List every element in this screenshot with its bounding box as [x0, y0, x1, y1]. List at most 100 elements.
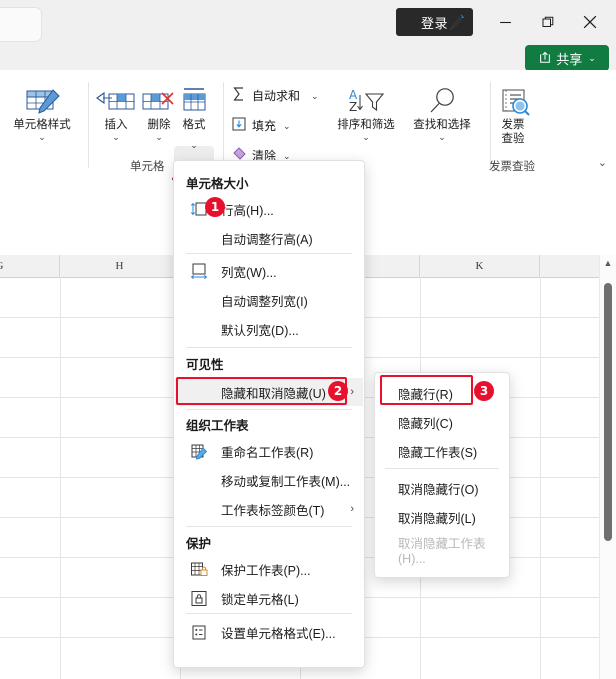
format-cells-icon: [174, 84, 214, 118]
format-dropdown-menu[interactable]: 单元格大小 行高(H)... 自动调整行高(A) 列宽(W)... 自动调整列宽…: [173, 160, 365, 668]
menu-item-format-cells-dialog[interactable]: 设置单元格格式(E)...: [175, 618, 363, 646]
menu-item-protect-sheet[interactable]: 保护工作表(P)...: [175, 555, 363, 583]
ribbon-item-label: 插入: [104, 119, 128, 131]
menu-separator: [186, 409, 352, 410]
ribbon-item-label: 自动求和: [252, 89, 301, 103]
ribbon-item-sort-filter[interactable]: A Z 排序和筛选 ⌄: [330, 84, 402, 142]
submenu-separator: [385, 468, 499, 469]
menu-item-label: 移动或复制工作表(M)...: [221, 474, 351, 489]
column-header-K[interactable]: K: [420, 255, 540, 277]
chevron-down-icon[interactable]: ⌄: [38, 133, 46, 142]
share-caret-icon[interactable]: ⌄: [588, 53, 596, 64]
ribbon-item-label: 格式: [182, 119, 206, 131]
menu-section-header-organize: 组织工作表: [186, 419, 249, 433]
lock-cell-icon: [189, 589, 209, 607]
submenu-item-label: 取消隐藏工作表(H)...: [398, 536, 486, 566]
ribbon-item-label: 查找和选择: [413, 119, 471, 131]
ribbon-item-label: 填充: [252, 119, 277, 133]
submenu-item-label: 取消隐藏行(O): [398, 482, 479, 497]
vertical-scrollbar-thumb[interactable]: [604, 283, 612, 541]
ribbon-item-label-line2: 查验: [501, 133, 525, 146]
menu-section-header-protection: 保护: [186, 537, 212, 551]
column-header-H[interactable]: H: [60, 255, 180, 277]
menu-item-label: 行高(H)...: [221, 203, 274, 218]
ribbon-item-insert[interactable]: 插入 ⌄: [92, 84, 140, 142]
ribbon-item-label-line1: 发票: [501, 119, 525, 131]
insert-cells-icon: [96, 84, 136, 118]
menu-item-label: 重命名工作表(R): [221, 445, 314, 460]
ribbon-item-label: 单元格样式: [13, 119, 71, 131]
menu-item-label: 自动调整列宽(I): [221, 294, 308, 309]
menu-separator: [186, 347, 352, 348]
step-3-highlight-box: [380, 375, 473, 405]
menu-item-label: 设置单元格格式(E)...: [221, 626, 336, 641]
ribbon-item-find-select[interactable]: 查找和选择 ⌄: [404, 84, 480, 142]
ribbon-item-cell-styles[interactable]: 单元格样式 ⌄: [4, 84, 80, 142]
menu-item-autofit-column-width[interactable]: 自动调整列宽(I): [175, 286, 363, 314]
submenu-item-hide-sheet[interactable]: 隐藏工作表(S): [376, 437, 508, 465]
menu-item-label: 锁定单元格(L): [221, 592, 299, 607]
chevron-down-icon[interactable]: ⌄: [155, 133, 163, 142]
ribbon-separator: [88, 82, 89, 168]
protect-sheet-icon: [189, 560, 209, 578]
menu-section-header-cell-size: 单元格大小: [186, 177, 249, 191]
submenu-item-label: 取消隐藏列(L): [398, 511, 476, 526]
window-tab-stub[interactable]: [0, 7, 42, 42]
ribbon-item-invoice-check[interactable]: 发票 查验: [478, 84, 548, 147]
share-icon: [538, 50, 552, 67]
menu-item-sheet-tab-color[interactable]: 工作表标签颜色(T) ›: [175, 495, 363, 523]
scroll-up-arrow-icon[interactable]: ▲: [600, 258, 616, 268]
ribbon-item-autosum[interactable]: 自动求和 ⌄: [231, 86, 319, 105]
column-header-G[interactable]: G: [0, 255, 60, 277]
ribbon-item-fill[interactable]: 填充 ⌄: [231, 116, 291, 135]
ribbon-item-label: 删除: [147, 119, 171, 131]
ribbon-item-label: 排序和筛选: [337, 119, 395, 131]
menu-section-header-visibility: 可见性: [186, 358, 224, 372]
vertical-scrollbar[interactable]: ▲: [599, 255, 616, 679]
submenu-item-hide-columns[interactable]: 隐藏列(C): [376, 408, 508, 436]
chevron-down-icon[interactable]: ⌄: [283, 121, 291, 131]
ribbon-collapse-icon[interactable]: ⌄: [598, 156, 607, 169]
chevron-right-icon: ›: [350, 386, 354, 398]
menu-item-row-height[interactable]: 行高(H)...: [175, 195, 363, 223]
chevron-right-icon: ›: [350, 503, 354, 515]
chevron-down-icon[interactable]: ⌄: [190, 141, 198, 150]
menu-item-label: 保护工作表(P)...: [221, 563, 311, 578]
pen-icon[interactable]: [436, 8, 476, 36]
restore-icon[interactable]: [528, 8, 568, 36]
share-label: 共享: [556, 51, 583, 67]
menu-separator: [186, 613, 352, 614]
menu-separator: [186, 253, 352, 254]
step-badge-3: 3: [474, 381, 494, 401]
chevron-down-icon[interactable]: ⌄: [311, 91, 319, 101]
submenu-item-unhide-sheet: 取消隐藏工作表(H)...: [376, 535, 508, 566]
chevron-down-icon[interactable]: ⌄: [362, 133, 370, 142]
grid-column-line: [60, 277, 61, 679]
menu-item-autofit-row-height[interactable]: 自动调整行高(A): [175, 224, 363, 252]
minimize-icon[interactable]: [485, 8, 525, 36]
cell-styles-icon: [22, 84, 62, 118]
submenu-item-unhide-rows[interactable]: 取消隐藏行(O): [376, 474, 508, 502]
menu-item-label: 默认列宽(D)...: [221, 323, 299, 338]
submenu-item-label: 隐藏列(C): [398, 416, 453, 431]
menu-separator: [186, 526, 352, 527]
ribbon-group-label-invoice: 发票查验: [489, 161, 535, 173]
menu-item-rename-sheet[interactable]: 重命名工作表(R): [175, 437, 363, 465]
column-width-icon: [189, 262, 209, 280]
share-button[interactable]: 共享 ⌄: [525, 45, 609, 71]
menu-item-lock-cell[interactable]: 锁定单元格(L): [175, 584, 363, 612]
ribbon-item-format[interactable]: 格式 ⌄: [170, 84, 218, 150]
chevron-down-icon[interactable]: ⌄: [112, 133, 120, 142]
close-icon[interactable]: [570, 8, 610, 36]
grid-column-line: [540, 277, 541, 679]
find-select-icon: [422, 84, 462, 118]
svg-text:Z: Z: [349, 100, 357, 114]
menu-item-label: 自动调整行高(A): [221, 232, 313, 247]
menu-item-move-copy-sheet[interactable]: 移动或复制工作表(M)...: [175, 466, 363, 494]
menu-item-default-width[interactable]: 默认列宽(D)...: [175, 315, 363, 343]
chevron-down-icon[interactable]: ⌄: [438, 133, 446, 142]
invoice-check-icon: [493, 84, 533, 118]
step-badge-1: 1: [205, 197, 225, 217]
submenu-item-unhide-columns[interactable]: 取消隐藏列(L): [376, 503, 508, 531]
menu-item-column-width[interactable]: 列宽(W)...: [175, 257, 363, 285]
